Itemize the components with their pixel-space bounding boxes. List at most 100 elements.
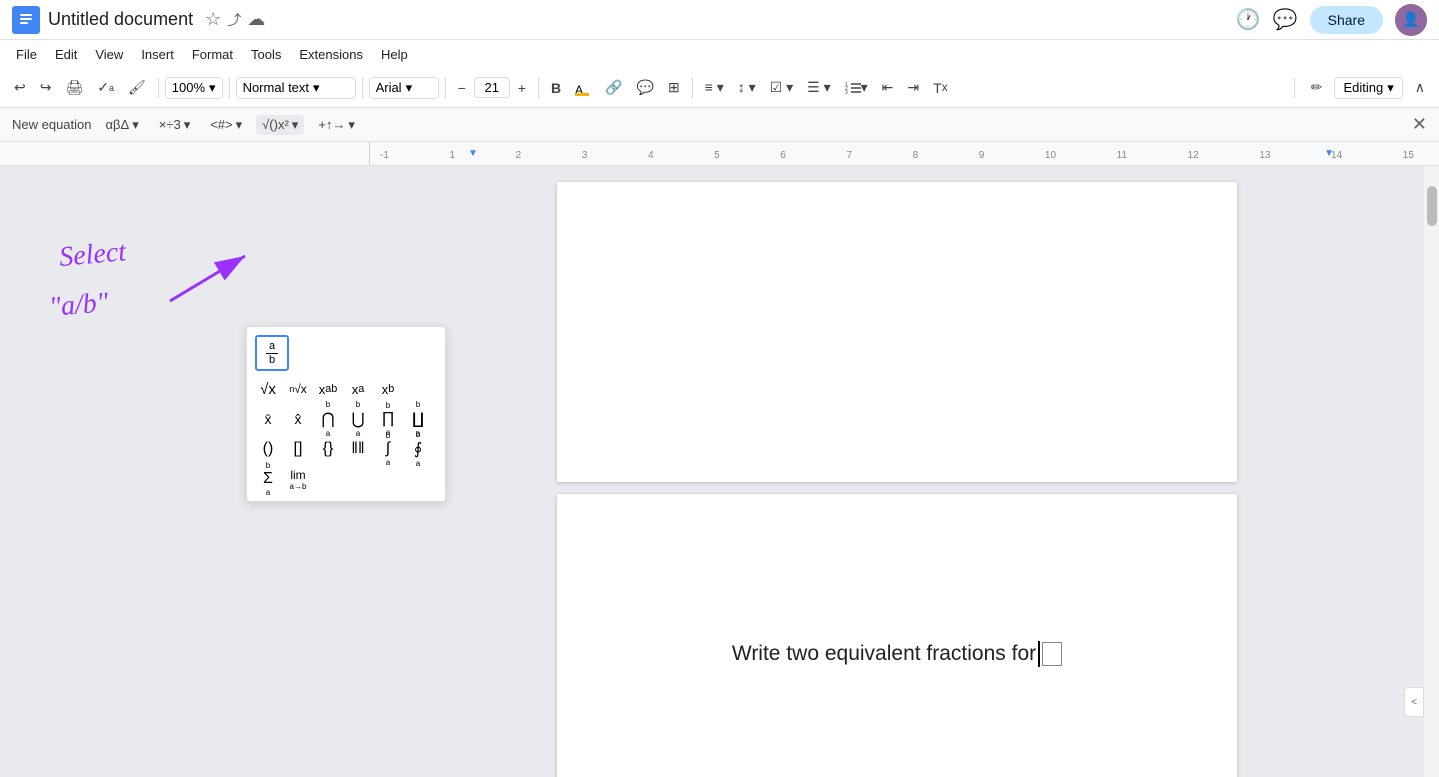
braces-button[interactable]: {}	[315, 435, 341, 463]
nth-root-button[interactable]: n√x	[285, 375, 311, 403]
indent-dec-button[interactable]: ⇤	[876, 75, 900, 100]
zoom-select[interactable]: 100% ▾	[165, 77, 223, 99]
toolbar: ↩ ↪ 🖨 ✓a 🖌 100% ▾ Normal text ▾ Arial ▾ …	[0, 68, 1439, 108]
redo-button[interactable]: ↪	[34, 75, 58, 100]
comment-button[interactable]: 💬	[631, 75, 660, 100]
move-icon[interactable]: ⤴	[227, 10, 241, 30]
menu-help[interactable]: Help	[373, 45, 416, 64]
equation-placeholder	[1042, 642, 1062, 666]
menu-view[interactable]: View	[87, 45, 131, 64]
bold-button[interactable]: B	[545, 76, 567, 100]
divider-6	[692, 78, 693, 98]
eq-greek-chevron: ▾	[132, 117, 139, 133]
divider-7	[1294, 78, 1295, 98]
main-area: Write two equivalent fractions for a b	[0, 166, 1439, 777]
clear-format-button[interactable]: Tx	[927, 76, 953, 100]
font-select[interactable]: Arial ▾	[369, 77, 439, 99]
paintformat-button[interactable]: 🖌	[122, 75, 152, 100]
share-button[interactable]: Share	[1310, 6, 1383, 34]
scrollbar[interactable]	[1424, 166, 1439, 777]
titlebar: Untitled document ☆ ⤴ ☁ 🕐 💬 Share 👤	[0, 0, 1439, 40]
eq-rel-button[interactable]: <#> ▾	[204, 115, 248, 135]
menu-format[interactable]: Format	[184, 45, 241, 64]
hat-button[interactable]: x̂	[285, 405, 311, 433]
zoom-value: 100%	[172, 80, 205, 95]
intersection-button[interactable]: b⋂a	[315, 405, 341, 433]
super-a-button[interactable]: xa	[345, 375, 371, 403]
math-popup-row2: x̄ x̂ b⋂a b⋃a b∏a b∐a	[255, 405, 437, 433]
lim-button[interactable]: lima→b	[285, 465, 311, 493]
editing-label: Editing	[1343, 80, 1383, 95]
math-popup-row3: () [] {} ‖‖ b∫a b∮a	[255, 435, 437, 463]
eq-math-button[interactable]: √()x² ▾	[256, 115, 304, 135]
collapse-toolbar-button[interactable]: ∧	[1409, 75, 1431, 100]
bullets-button[interactable]: ☰ ▾	[801, 75, 836, 100]
numbering-button[interactable]: 123 ▾	[839, 75, 874, 100]
avatar[interactable]: 👤	[1395, 4, 1427, 36]
document-text: Write two equivalent fractions for	[732, 642, 1036, 666]
divider-5	[538, 78, 539, 98]
overline-button[interactable]: x̄	[255, 405, 281, 433]
eq-label: New equation	[12, 117, 92, 132]
menu-insert[interactable]: Insert	[133, 45, 182, 64]
product-button[interactable]: b∏a	[375, 405, 401, 433]
style-value: Normal text	[243, 80, 309, 95]
page-1	[557, 182, 1237, 482]
link-button[interactable]: 🔗	[599, 75, 628, 100]
eq-ops-button[interactable]: ×÷3 ▾	[153, 115, 197, 135]
align-button[interactable]: ≡ ▾	[699, 75, 730, 100]
highlight-button[interactable]: A	[569, 76, 597, 100]
star-icon[interactable]: ☆	[205, 9, 221, 30]
menubar: File Edit View Insert Format Tools Exten…	[0, 40, 1439, 68]
coproduct-button[interactable]: b∐a	[405, 405, 431, 433]
union-button[interactable]: b⋃a	[345, 405, 371, 433]
norm-button[interactable]: ‖‖	[345, 435, 371, 463]
history-icon[interactable]: 🕐	[1236, 7, 1261, 32]
page-area[interactable]: Write two equivalent fractions for	[370, 166, 1424, 777]
menu-edit[interactable]: Edit	[47, 45, 85, 64]
print-button[interactable]: 🖨	[59, 75, 89, 100]
integral-button[interactable]: b∫a	[375, 435, 401, 463]
fraction-button[interactable]: a b	[259, 339, 285, 367]
sub-super-button[interactable]: xab	[315, 375, 341, 403]
contour-int-button[interactable]: b∮a	[405, 435, 431, 463]
menu-extensions[interactable]: Extensions	[291, 45, 371, 64]
editing-chevron: ▾	[1387, 80, 1394, 96]
document-title[interactable]: Untitled document	[48, 9, 193, 30]
page-2-content: Write two equivalent fractions for	[692, 601, 1102, 707]
font-chevron: ▾	[406, 80, 413, 96]
menu-tools[interactable]: Tools	[243, 45, 289, 64]
spellcheck-button[interactable]: ✓a	[91, 75, 120, 100]
comments-icon[interactable]: 💬	[1273, 7, 1298, 32]
font-size-increase[interactable]: +	[512, 76, 532, 100]
eq-arrows-button[interactable]: +↑→ ▾	[312, 115, 361, 135]
eq-greek-button[interactable]: αβΔ ▾	[100, 115, 145, 135]
zoom-chevron: ▾	[209, 80, 216, 96]
math-popup: a b √x n√x xab xa xb x̄ x̂ b⋂a	[246, 326, 446, 502]
font-size-decrease[interactable]: −	[452, 76, 472, 100]
divider-1	[158, 78, 159, 98]
cloud-icon: ☁	[247, 9, 265, 30]
undo-button[interactable]: ↩	[8, 75, 32, 100]
doc-icon	[12, 6, 40, 34]
sqrt-button[interactable]: √x	[255, 375, 281, 403]
pencil-icon[interactable]: ✏	[1305, 75, 1329, 100]
math-popup-row4: bΣa lima→b	[255, 465, 437, 493]
indent-inc-button[interactable]: ⇥	[901, 75, 925, 100]
linespace-button[interactable]: ↕ ▾	[732, 75, 762, 100]
super-b-button[interactable]: xb	[375, 375, 401, 403]
image-insert[interactable]: ⊞	[662, 75, 686, 100]
sidebar-toggle[interactable]: <	[1404, 687, 1424, 717]
brackets-button[interactable]: []	[285, 435, 311, 463]
menu-file[interactable]: File	[8, 45, 45, 64]
eq-greek-label: αβΔ	[106, 117, 130, 132]
editing-select[interactable]: Editing ▾	[1334, 77, 1402, 99]
style-chevron: ▾	[313, 80, 320, 96]
style-select[interactable]: Normal text ▾	[236, 77, 356, 99]
sum-button[interactable]: bΣa	[255, 465, 281, 493]
font-size-input[interactable]: 21	[474, 77, 510, 98]
parens-button[interactable]: ()	[255, 435, 281, 463]
eq-close-button[interactable]: ✕	[1412, 114, 1427, 135]
checklist-button[interactable]: ☑ ▾	[764, 75, 799, 100]
title-icons: ☆ ⤴ ☁	[205, 9, 265, 30]
